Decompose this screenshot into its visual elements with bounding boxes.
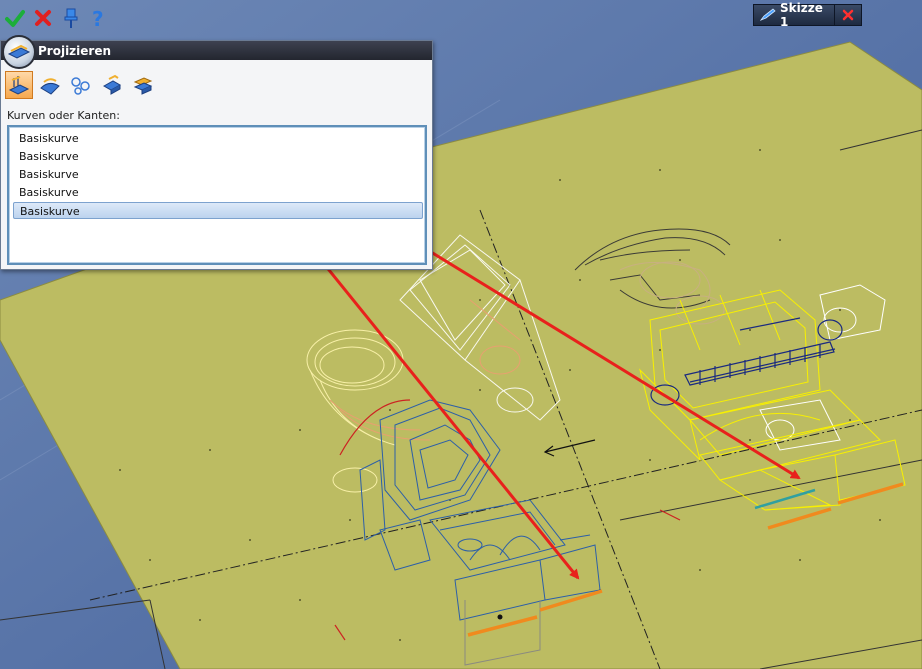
project-stack-icon [133,77,153,95]
projection-mode-buttons [5,69,157,101]
list-item-selected[interactable]: Basiskurve [13,202,423,219]
sketch-tab-close-button[interactable] [834,5,861,25]
sketch-tab[interactable]: Skizze 1 [753,1,862,29]
project-plane-icon [8,76,30,95]
help-icon: ? [92,7,104,29]
mode-project-body-button[interactable] [98,71,126,99]
curve-list[interactable]: Basiskurve Basiskurve Basiskurve Basisku… [7,125,427,265]
list-item[interactable]: Basiskurve [13,166,423,183]
mode-project-to-plane-button[interactable] [5,71,33,99]
mode-project-points-button[interactable] [67,71,95,99]
help-button[interactable]: ? [88,7,110,29]
check-icon [5,10,25,27]
project-body-icon [102,74,122,95]
project-surface-icon [40,78,60,95]
close-icon [35,10,51,26]
pin-icon [64,8,78,28]
panel-header: Projizieren [1,41,432,60]
confirm-button[interactable] [4,7,26,29]
projizieren-panel: Projizieren Kurven oder Kanten: Basiskur… [0,35,433,270]
list-item[interactable]: Basiskurve [13,184,423,201]
list-item[interactable]: Basiskurve [13,148,423,165]
command-toolbar: ? [0,0,144,36]
project-points-icon [71,77,90,95]
svg-text:?: ? [92,7,104,29]
pin-button[interactable] [60,7,82,29]
sketch-pencil-icon [760,8,776,21]
cancel-button[interactable] [32,7,54,29]
mode-project-stack-button[interactable] [129,71,157,99]
mode-project-surface-button[interactable] [36,71,64,99]
close-icon [842,9,854,21]
panel-title: Projizieren [38,43,112,58]
projection-command-icon [2,35,36,69]
list-item[interactable]: Basiskurve [13,130,423,147]
curve-list-label: Kurven oder Kanten: [7,109,120,122]
